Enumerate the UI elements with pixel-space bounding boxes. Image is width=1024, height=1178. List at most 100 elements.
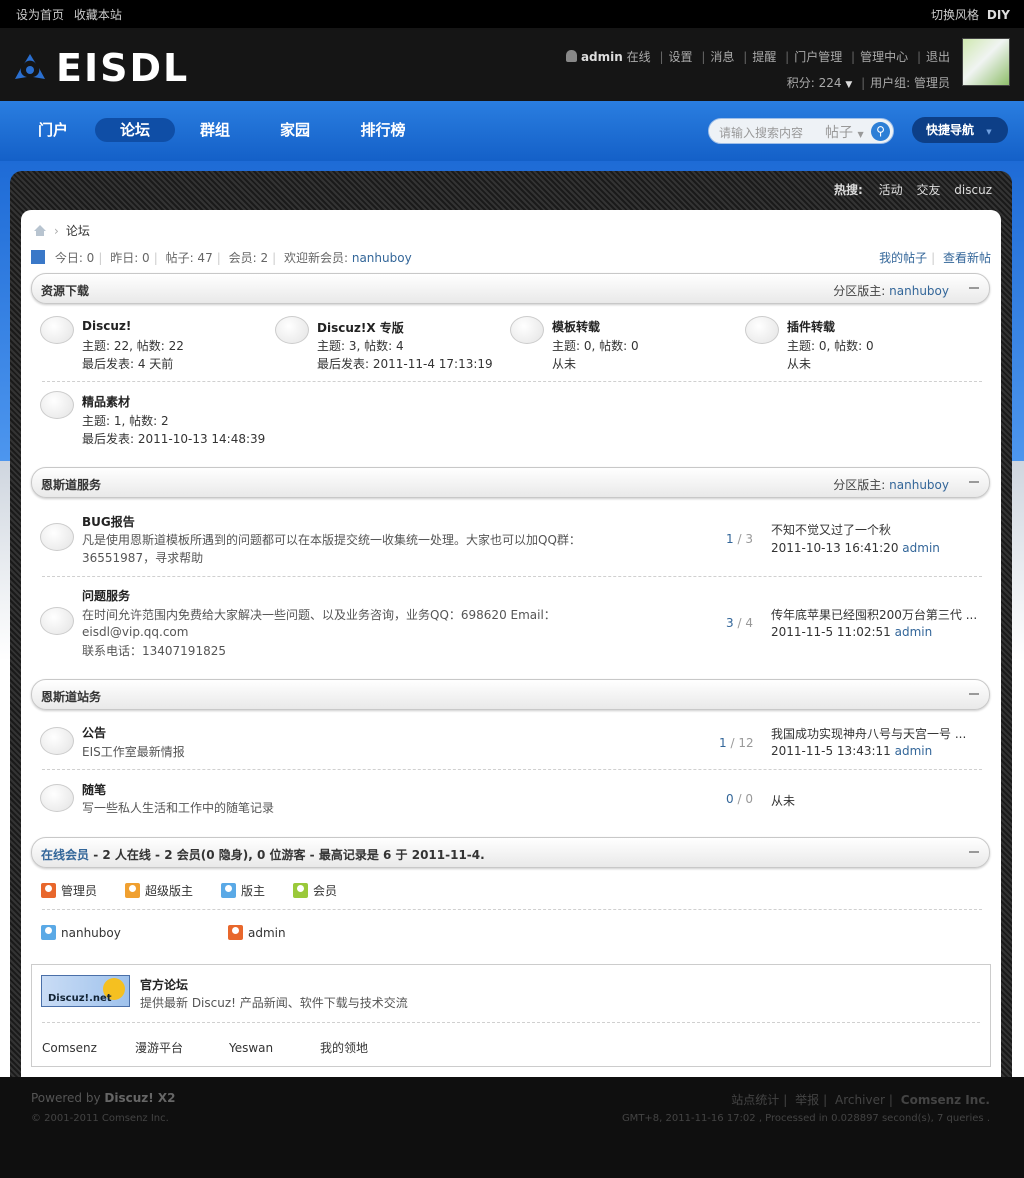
legend-super-mod: 超级版主 bbox=[125, 882, 193, 899]
nav-forum[interactable]: 论坛 bbox=[95, 118, 175, 142]
archiver-link[interactable]: Archiver bbox=[835, 1093, 885, 1107]
online-member[interactable]: nanhuboy bbox=[41, 925, 121, 940]
official-forum-title[interactable]: 官方论坛 bbox=[140, 976, 188, 993]
nav-portal[interactable]: 门户 bbox=[24, 118, 82, 142]
section-title[interactable]: 恩斯道站务 bbox=[41, 688, 101, 705]
breadcrumb: › 论坛 bbox=[33, 222, 90, 239]
official-forum-logo[interactable]: Discuz!.net bbox=[41, 975, 130, 1007]
section-title[interactable]: 资源下载 bbox=[41, 282, 89, 299]
forum-description: 凡是使用恩斯道模板所遇到的问题都可以在本版提交统一收集统一处理。大家也可以加QQ… bbox=[82, 533, 581, 547]
forum-name[interactable]: BUG报告 bbox=[82, 513, 135, 530]
radiation-logo-icon bbox=[15, 54, 45, 79]
forum-stats-line: 主题: 0, 帖数: 0 bbox=[552, 339, 639, 353]
reminders-link[interactable]: 提醒 bbox=[752, 50, 776, 64]
user-group-link[interactable]: 用户组: 管理员 bbox=[870, 76, 950, 90]
search-type-select[interactable]: 帖子 ▼ bbox=[825, 122, 864, 142]
messages-link[interactable]: 消息 bbox=[710, 50, 734, 64]
diy-button[interactable]: DIY bbox=[987, 8, 1010, 22]
username-link[interactable]: admin bbox=[581, 50, 623, 64]
search-icon[interactable]: ⚲ bbox=[871, 122, 890, 141]
avatar[interactable] bbox=[962, 38, 1010, 86]
bookmark-link[interactable]: 收藏本站 bbox=[74, 8, 122, 22]
my-posts-link[interactable]: 我的帖子 bbox=[879, 251, 927, 265]
collapse-icon[interactable] bbox=[969, 481, 979, 483]
forum-stats-line: 主题: 3, 帖数: 4 bbox=[317, 339, 404, 353]
points-dropdown[interactable]: 积分: 224 ▼ bbox=[787, 76, 853, 90]
forum-description: 联系电话：13407191825 bbox=[82, 644, 226, 658]
stats-chart-icon bbox=[31, 250, 45, 264]
nav-ranking[interactable]: 排行榜 bbox=[352, 118, 414, 142]
friend-link[interactable]: Comsenz bbox=[42, 1041, 97, 1055]
last-post-title[interactable]: 不知不觉又过了一个秋 bbox=[771, 521, 891, 538]
last-post-title[interactable]: 我国成功实现神舟八号与天宫一号 ... bbox=[771, 725, 966, 742]
forum-name[interactable]: 问题服务 bbox=[82, 587, 130, 604]
stat-today: 今日: 0 bbox=[54, 251, 95, 265]
last-post-meta: 2011-11-5 13:43:11 admin bbox=[771, 744, 933, 758]
user-icon bbox=[566, 50, 578, 62]
forum-name[interactable]: Discuz!X 专版 bbox=[317, 319, 404, 336]
logout-link[interactable]: 退出 bbox=[926, 50, 950, 64]
hot-search-item[interactable]: discuz bbox=[954, 183, 992, 197]
forum-description: eisdl@vip.qq.com bbox=[82, 625, 189, 639]
forum-last-post: 最后发表: 2011-10-13 14:48:39 bbox=[82, 432, 266, 446]
quick-nav-button[interactable]: 快捷导航 ▼ bbox=[912, 117, 1008, 143]
forum-last-post: 从未 bbox=[787, 357, 812, 371]
forum-stats-line: 主题: 0, 帖数: 0 bbox=[787, 339, 874, 353]
forum-description: EIS工作室最新情报 bbox=[82, 745, 185, 759]
hot-search-item[interactable]: 活动 bbox=[879, 183, 903, 197]
new-member-link[interactable]: nanhuboy bbox=[352, 251, 412, 265]
forum-name[interactable]: 随笔 bbox=[82, 781, 106, 798]
collapse-icon[interactable] bbox=[969, 693, 979, 695]
section-title[interactable]: 恩斯道服务 bbox=[41, 476, 101, 493]
forum-description: 写一些私人生活和工作中的随笔记录 bbox=[82, 801, 275, 815]
new-posts-link[interactable]: 查看新帖 bbox=[943, 251, 991, 265]
forum-name[interactable]: 插件转载 bbox=[787, 318, 835, 335]
friend-link[interactable]: 我的领地 bbox=[320, 1039, 368, 1056]
last-post-user[interactable]: admin bbox=[895, 625, 933, 639]
friend-link[interactable]: 漫游平台 bbox=[135, 1039, 183, 1056]
top-bar: 设为首页 收藏本站 切换风格 DIY bbox=[0, 0, 1024, 28]
last-post-title[interactable]: 传年底苹果已经囤积200万台第三代 ... bbox=[771, 606, 977, 623]
last-post-user[interactable]: admin bbox=[902, 541, 940, 555]
forum-name[interactable]: Discuz! bbox=[82, 319, 131, 333]
forum-name[interactable]: 精品素材 bbox=[82, 393, 130, 410]
stats-link[interactable]: 站点统计 bbox=[731, 1093, 779, 1107]
portal-admin-link[interactable]: 门户管理 bbox=[794, 50, 842, 64]
settings-link[interactable]: 设置 bbox=[669, 50, 693, 64]
forum-bubble-icon bbox=[40, 523, 74, 551]
forum-last-post: 从未 bbox=[552, 357, 577, 371]
online-member[interactable]: admin bbox=[228, 925, 286, 940]
divider bbox=[42, 1022, 980, 1023]
hot-search-item[interactable]: 交友 bbox=[916, 183, 940, 197]
divider bbox=[42, 909, 982, 910]
forum-name[interactable]: 公告 bbox=[82, 724, 106, 741]
section-header-downloads: 资源下载 分区版主: nanhuboy bbox=[31, 273, 990, 304]
friend-link[interactable]: Yeswan bbox=[229, 1041, 273, 1055]
search-input[interactable]: 请输入搜索内容 bbox=[719, 124, 803, 141]
collapse-icon[interactable] bbox=[969, 851, 979, 853]
collapse-icon[interactable] bbox=[969, 287, 979, 289]
legend-member: 会员 bbox=[293, 882, 337, 899]
forum-bubble-icon bbox=[275, 316, 309, 344]
comsenz-link[interactable]: Comsenz Inc. bbox=[901, 1093, 990, 1107]
stat-members: 会员: 2 bbox=[228, 251, 269, 265]
forum-counts: 0 / 0 bbox=[726, 792, 753, 806]
company-link[interactable]: Comsenz Inc. bbox=[102, 1113, 169, 1124]
forum-bubble-icon bbox=[510, 316, 544, 344]
set-home-link[interactable]: 设为首页 bbox=[16, 8, 64, 22]
switch-style-link[interactable]: 切换风格 bbox=[931, 8, 979, 22]
online-members-link[interactable]: 在线会员 bbox=[41, 848, 89, 862]
product-link[interactable]: Discuz! X2 bbox=[104, 1091, 175, 1105]
forum-name[interactable]: 模板转载 bbox=[552, 318, 600, 335]
site-logo[interactable]: EISDL bbox=[12, 49, 189, 87]
nav-groups[interactable]: 群组 bbox=[186, 118, 244, 142]
home-icon[interactable] bbox=[33, 224, 47, 237]
last-post-user[interactable]: admin bbox=[895, 744, 933, 758]
forum-bubble-icon bbox=[745, 316, 779, 344]
section-moderator: 分区版主: nanhuboy bbox=[833, 478, 949, 492]
report-link[interactable]: 举报 bbox=[795, 1093, 819, 1107]
section-header-online: 在线会员 - 2 人在线 - 2 会员(0 隐身), 0 位游客 - 最高记录是… bbox=[31, 837, 990, 868]
nav-home[interactable]: 家园 bbox=[266, 118, 324, 142]
forum-counts: 1 / 3 bbox=[726, 532, 753, 546]
admin-center-link[interactable]: 管理中心 bbox=[860, 50, 908, 64]
